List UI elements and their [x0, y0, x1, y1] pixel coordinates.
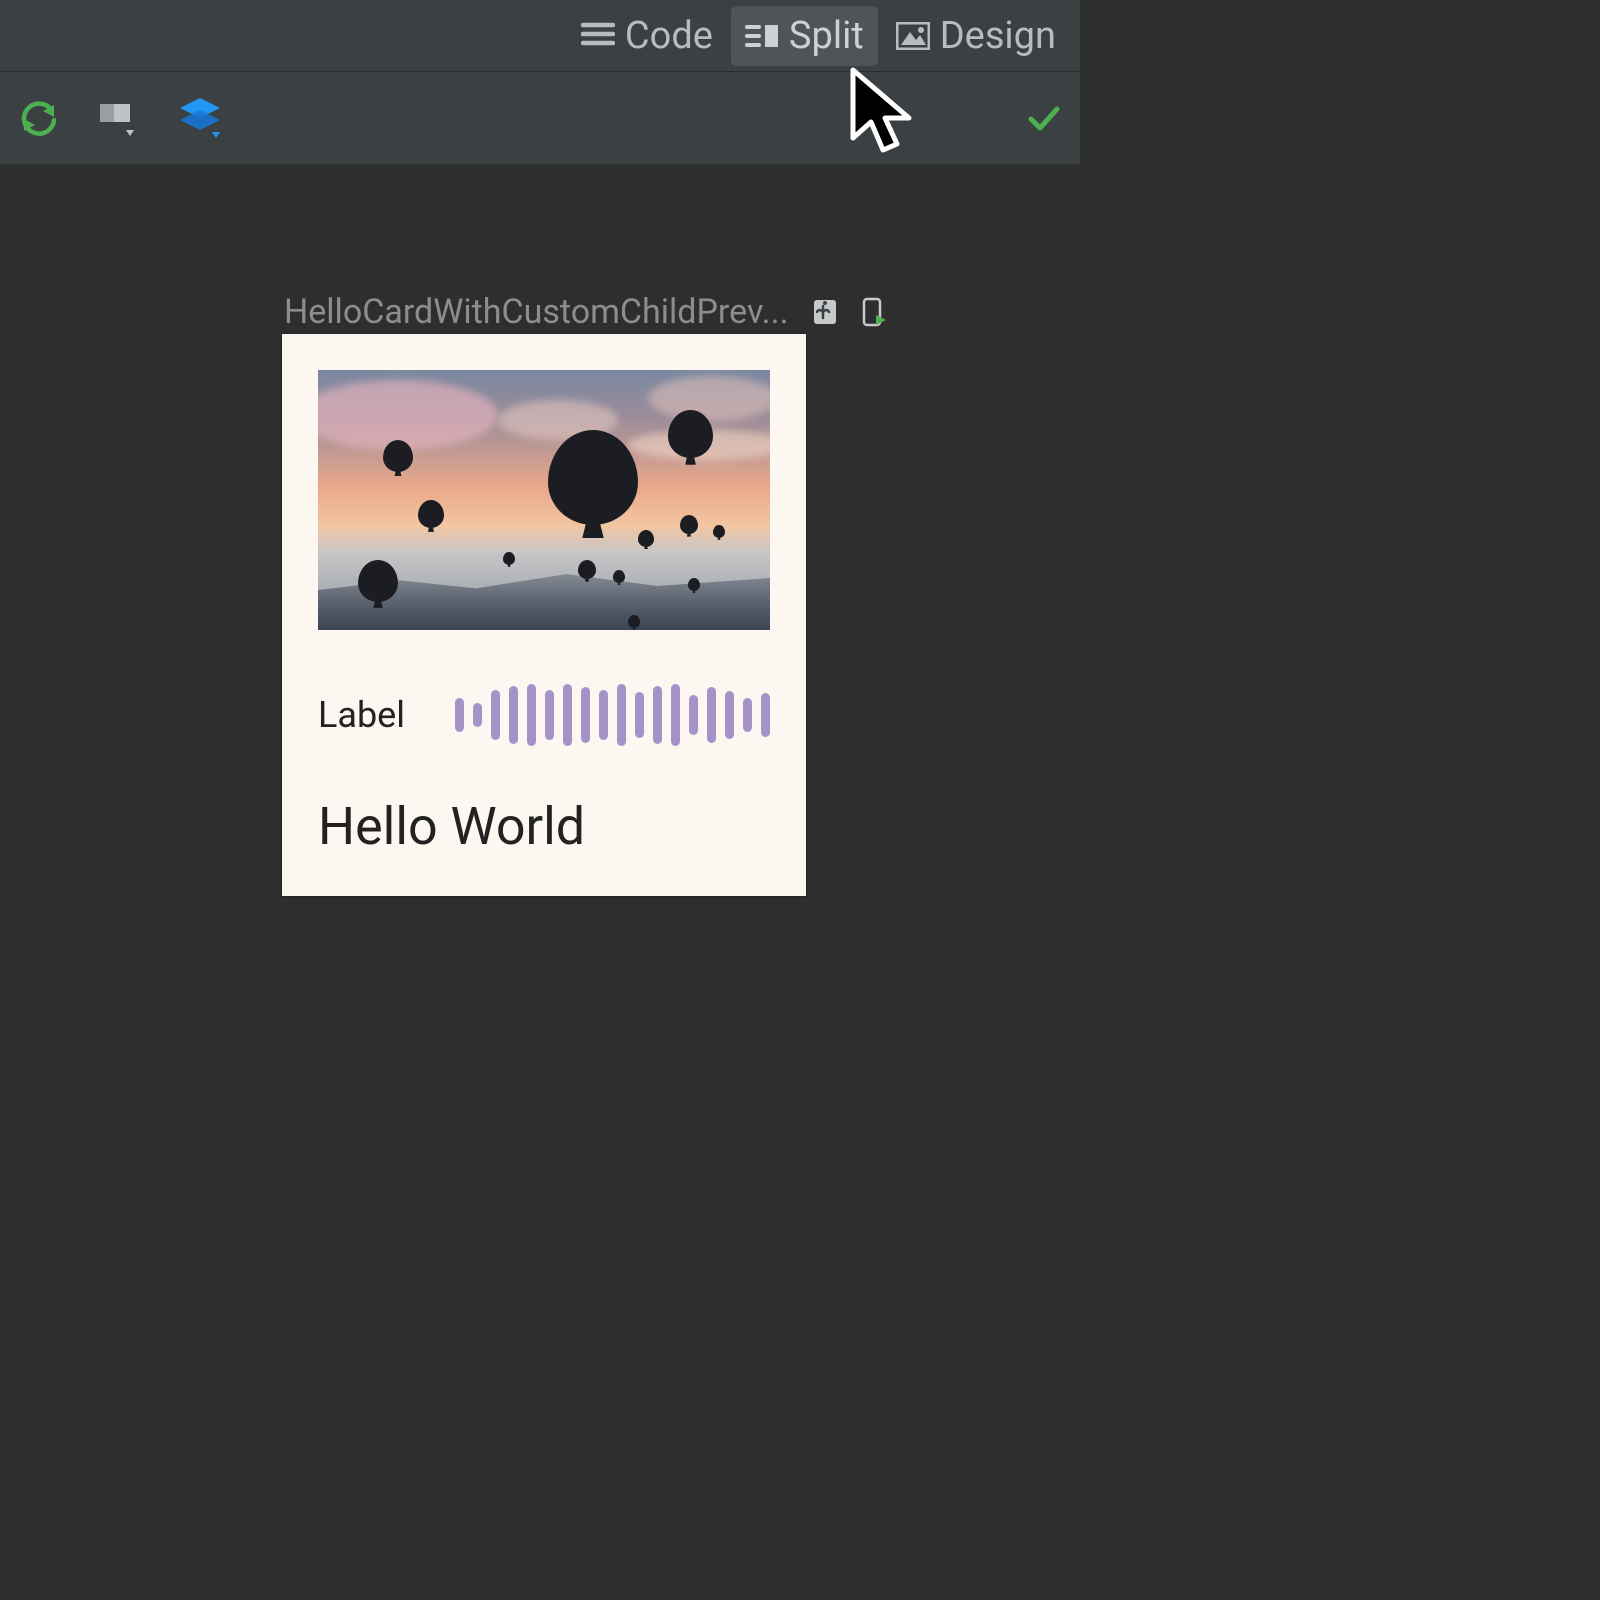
image-icon: [896, 22, 930, 50]
preview-name: HelloCardWithCustomChildPrev...: [284, 292, 789, 332]
tab-split[interactable]: Split: [731, 6, 878, 66]
tab-code-label: Code: [625, 14, 713, 58]
tab-design-label: Design: [940, 14, 1056, 58]
card-image: [318, 370, 770, 630]
preview-header: HelloCardWithCustomChildPrev...: [284, 292, 887, 332]
design-toolbar: [0, 72, 1080, 164]
layers-icon[interactable]: [176, 94, 224, 142]
lines-icon: [581, 22, 615, 50]
card-label-row: Label: [318, 684, 770, 746]
waveform-icon: [455, 684, 770, 746]
preview-canvas[interactable]: HelloCardWithCustomChildPrev...: [0, 164, 1080, 1080]
build-success-icon[interactable]: [1026, 100, 1062, 136]
view-mode-tabbar: Code Split Design: [0, 0, 1080, 72]
interactive-mode-icon[interactable]: [811, 298, 839, 326]
preview-card: Label Hello World: [282, 334, 806, 896]
surface-picker-icon[interactable]: [96, 96, 140, 140]
tab-design[interactable]: Design: [882, 6, 1070, 66]
card-label: Label: [318, 694, 405, 736]
tab-split-label: Split: [789, 14, 864, 58]
deploy-preview-icon[interactable]: [861, 297, 887, 327]
card-title: Hello World: [318, 796, 770, 857]
refresh-icon[interactable]: [18, 97, 60, 139]
tab-code[interactable]: Code: [567, 6, 727, 66]
split-icon: [745, 23, 779, 49]
